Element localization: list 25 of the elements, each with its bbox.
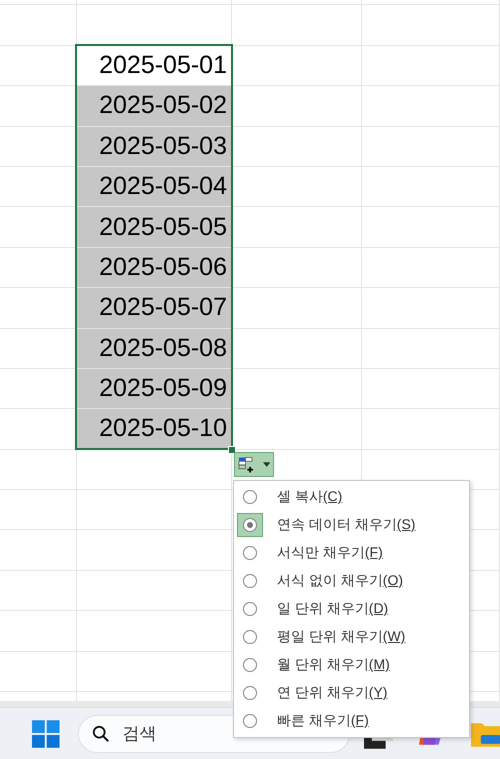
menu-option[interactable]: 셀 복사(C) <box>234 483 469 511</box>
date-cell-text: 2025-05-03 <box>99 132 228 161</box>
auto-fill-options-button[interactable] <box>234 452 274 477</box>
menu-option[interactable]: 월 단위 채우기(M) <box>234 651 469 679</box>
menu-option[interactable]: 평일 단위 채우기(W) <box>234 623 469 651</box>
menu-option[interactable]: 일 단위 채우기(D) <box>234 595 469 623</box>
date-cell-text: 2025-05-01 <box>99 50 228 80</box>
date-cell-text: 2025-05-04 <box>99 172 228 202</box>
date-cell-text: 2025-05-09 <box>99 374 228 404</box>
menu-option[interactable]: 서식만 채우기(F) <box>234 539 469 567</box>
date-cell-text: 2025-05-08 <box>99 334 228 363</box>
date-cell-text: 2025-05-06 <box>99 252 228 282</box>
menu-option[interactable]: 연 단위 채우기(Y) <box>234 679 469 707</box>
radio-button[interactable] <box>237 513 263 537</box>
date-cell-text: 2025-05-07 <box>99 293 228 322</box>
fill-handle[interactable] <box>228 446 236 454</box>
menu-option[interactable]: 서식 없이 채우기(O) <box>234 567 469 595</box>
windows-icon[interactable] <box>32 720 60 748</box>
caret-icon <box>262 462 270 468</box>
menu-option[interactable]: 연속 데이터 채우기(S) <box>234 511 469 539</box>
date-cell-text: 2025-05-10 <box>99 414 228 444</box>
date-cell-text: 2025-05-02 <box>99 91 228 120</box>
date-cell-text: 2025-05-05 <box>99 212 228 242</box>
search-icon <box>92 724 110 742</box>
folder-icon[interactable] <box>470 720 500 746</box>
